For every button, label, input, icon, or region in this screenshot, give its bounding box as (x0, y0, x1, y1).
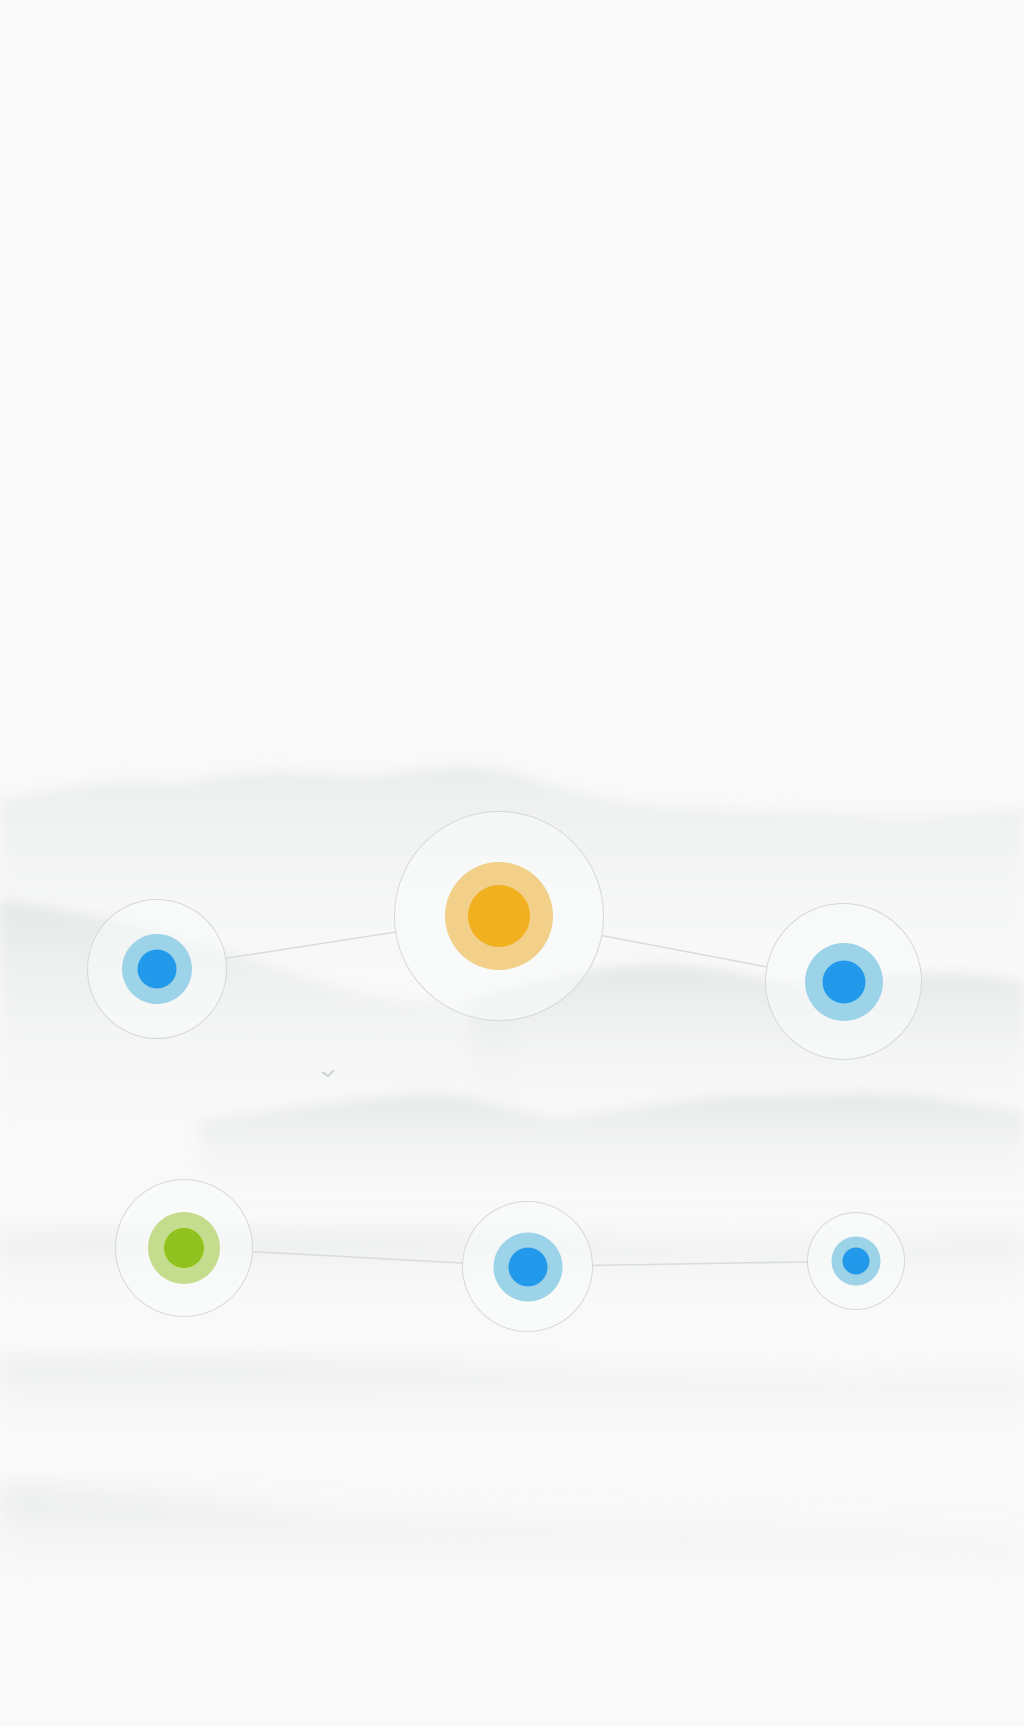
node-dot (822, 960, 865, 1003)
node-blue-bottom-right[interactable] (807, 1212, 905, 1310)
connector-line (252, 1250, 463, 1264)
connector-line (602, 934, 767, 968)
connector-line (226, 931, 396, 960)
node-blue-bottom-center[interactable] (462, 1201, 593, 1332)
node-dot (842, 1247, 870, 1275)
ink-landscape-background (0, 0, 1024, 1726)
connector-line (592, 1261, 808, 1267)
node-blue-right[interactable] (765, 903, 922, 1060)
node-dot (508, 1247, 547, 1286)
node-orange-center[interactable] (394, 811, 604, 1021)
node-dot (164, 1228, 204, 1268)
node-blue-left[interactable] (87, 899, 227, 1039)
node-dot (468, 885, 530, 947)
node-green-bottom-left[interactable] (115, 1179, 253, 1317)
node-dot (137, 949, 177, 989)
